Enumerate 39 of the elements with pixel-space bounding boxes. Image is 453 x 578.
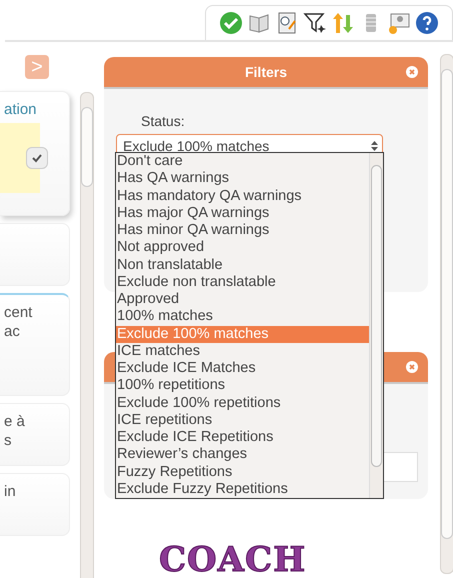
- dropdown-option[interactable]: Exclude ICE Repetitions: [116, 429, 369, 446]
- scrollbar[interactable]: [80, 92, 94, 578]
- spinner-arrows-icon: [371, 140, 378, 152]
- dropdown-option[interactable]: Has major QA warnings: [116, 204, 369, 222]
- dropdown-option[interactable]: Non translatable: [116, 256, 369, 274]
- logo: COACH: [159, 545, 306, 575]
- dropdown-option[interactable]: Exclude 100% repetitions: [116, 394, 369, 412]
- panel-title: Filters: [244, 64, 287, 80]
- dropdown-option[interactable]: Fuzzy Repetitions: [116, 464, 369, 481]
- dropdown-option[interactable]: 100% repetitions: [116, 377, 369, 394]
- dropdown-option[interactable]: Exclude ICE Matches: [116, 360, 369, 378]
- card-text: cent: [3, 303, 34, 322]
- close-icon[interactable]: [406, 66, 418, 78]
- dropdown-option[interactable]: 100% matches: [116, 308, 369, 326]
- check-icon[interactable]: [219, 11, 243, 35]
- check-icon: [31, 152, 43, 164]
- filter-icon[interactable]: [303, 11, 327, 35]
- scrollbar[interactable]: [369, 153, 383, 498]
- dropdown-option[interactable]: Has minor QA warnings: [116, 222, 369, 240]
- status-label: Status:: [141, 113, 186, 129]
- dropdown-option[interactable]: Exclude Fuzzy Repetitions: [116, 480, 369, 498]
- card-text: ation: [3, 100, 38, 119]
- scrollbar[interactable]: [440, 54, 453, 574]
- dropdown-option[interactable]: Exclude non translatable: [116, 274, 369, 291]
- dropdown-option[interactable]: Reviewer’s changes: [116, 446, 369, 464]
- card-text: s: [3, 431, 12, 450]
- input-field[interactable]: [382, 452, 418, 482]
- dropdown-option[interactable]: Not approved: [116, 239, 369, 256]
- dropdown-option[interactable]: Has QA warnings: [116, 170, 369, 188]
- check-button[interactable]: [26, 147, 48, 169]
- dropdown-option[interactable]: ICE matches: [116, 342, 369, 360]
- help-icon[interactable]: [415, 11, 439, 35]
- card-text: ac: [3, 322, 21, 341]
- card-text: e à: [3, 412, 26, 431]
- dropdown-option[interactable]: Approved: [116, 291, 369, 308]
- dropdown-option[interactable]: ICE repetitions: [116, 412, 369, 429]
- dropdown-option[interactable]: Has mandatory QA warnings: [116, 188, 369, 205]
- card-text: in: [3, 482, 17, 501]
- close-icon[interactable]: [406, 361, 418, 373]
